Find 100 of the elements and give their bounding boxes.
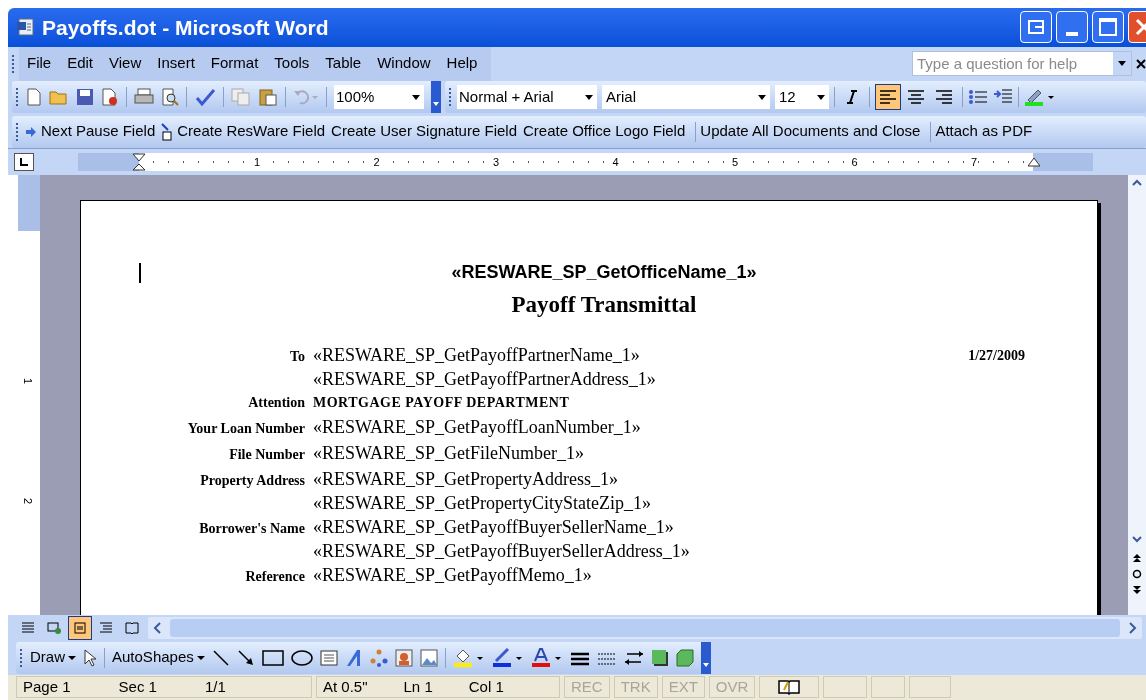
minimize-button[interactable] xyxy=(1056,11,1088,44)
ruler-number: 1 xyxy=(22,378,35,385)
align-left-icon xyxy=(878,87,898,106)
rectangle-icon[interactable] xyxy=(261,648,284,667)
merge-field: «RESWARE_SP_GetPayoffLoanNumber_1» xyxy=(313,414,641,439)
merge-field: «RESWARE_SP_GetPropertyAddress_1» xyxy=(313,466,618,491)
left-tab-icon xyxy=(20,158,28,167)
draw-menu-button[interactable]: Draw xyxy=(30,646,76,669)
field-label: File Number xyxy=(228,445,305,464)
status-text: EXT xyxy=(668,677,698,698)
menu-item[interactable]: Edit xyxy=(59,46,102,81)
field-label: Your Loan Number xyxy=(186,419,305,438)
indent-icon[interactable] xyxy=(993,87,1013,106)
document-icon xyxy=(16,17,36,38)
restore-ribbon-button[interactable] xyxy=(1020,11,1052,44)
close-icon[interactable] xyxy=(1136,58,1146,69)
horizontal-scrollbar[interactable] xyxy=(148,616,1142,639)
menu-item[interactable]: Format xyxy=(202,46,267,81)
toolbar-button[interactable]: Attach as PDF xyxy=(935,120,1039,143)
status-text: TRK xyxy=(620,677,651,698)
autoshapes-menu-button[interactable]: AutoShapes xyxy=(112,646,205,669)
menu-item[interactable]: Window xyxy=(369,46,439,81)
text-box-icon[interactable] xyxy=(319,648,338,667)
wordart-icon[interactable] xyxy=(344,648,363,667)
paste-icon[interactable] xyxy=(258,87,278,106)
field-label: Borrower's Name xyxy=(198,519,305,538)
shadow-style-icon[interactable] xyxy=(650,648,669,667)
right-arrow-icon xyxy=(25,125,37,138)
status-text: Ln 1 xyxy=(403,677,433,698)
menu-item[interactable]: Tools xyxy=(266,46,318,81)
status-text: OVR xyxy=(715,677,749,698)
picture-icon[interactable] xyxy=(419,648,438,667)
help-search-field[interactable]: Type a question for help xyxy=(912,51,1132,77)
menu-item[interactable]: Table xyxy=(317,46,370,81)
print-preview-icon[interactable] xyxy=(161,87,179,106)
office-name-field: «RESWARE_SP_GetOfficeName_1» xyxy=(451,259,757,287)
menu-item[interactable]: Insert xyxy=(149,46,203,81)
print-icon[interactable] xyxy=(134,87,154,106)
scroll-thumb[interactable] xyxy=(170,618,1120,637)
status-panel xyxy=(871,676,906,699)
font-color-icon[interactable] xyxy=(530,647,563,668)
line-icon[interactable] xyxy=(211,648,230,667)
document-permission-icon[interactable] xyxy=(101,87,119,106)
status-text: Page 1 xyxy=(23,677,71,698)
status-text: At 0.5" xyxy=(323,677,368,698)
book-icon xyxy=(778,679,801,696)
vertical-scrollbar[interactable] xyxy=(1128,175,1146,616)
fill-color-icon[interactable] xyxy=(452,647,485,668)
right-indent-marker-icon[interactable] xyxy=(1028,157,1040,170)
text-cursor xyxy=(139,263,141,284)
minimize-icon xyxy=(1066,32,1078,37)
menu-item[interactable]: File xyxy=(19,46,60,81)
oval-icon[interactable] xyxy=(290,648,313,667)
toolbar-button[interactable]: Create Office Logo Field xyxy=(523,120,692,143)
normal-view-icon xyxy=(20,619,36,636)
status-text: REC xyxy=(571,677,603,698)
bullet-list-icon[interactable] xyxy=(968,87,988,106)
menu-item[interactable]: View xyxy=(101,46,150,81)
toolbar-options-icon[interactable] xyxy=(700,641,711,674)
dropdown-icon[interactable] xyxy=(1118,61,1126,67)
previous-page-icon[interactable] xyxy=(1132,553,1142,564)
exit-icon xyxy=(1028,20,1044,35)
indent-marker-icon[interactable] xyxy=(132,153,146,174)
toolbar-button[interactable]: Create User Signature Field xyxy=(331,120,523,143)
document-heading: Payoff Transmittal xyxy=(510,291,698,320)
three-d-style-icon[interactable] xyxy=(675,648,694,667)
web-view-icon xyxy=(46,619,62,636)
merge-field: «RESWARE_SP_GetPayoffMemo_1» xyxy=(313,562,592,587)
status-panel xyxy=(909,676,952,699)
print-view-button[interactable] xyxy=(68,615,92,640)
align-right-icon xyxy=(934,87,954,106)
status-panel xyxy=(823,676,868,699)
toolbar-button[interactable]: Create ResWare Field xyxy=(161,120,332,143)
spelling-check-icon[interactable] xyxy=(194,87,216,106)
status-text: 1/1 xyxy=(204,677,226,698)
reading-view-icon xyxy=(124,619,140,636)
tab-selector[interactable] xyxy=(14,153,34,172)
toolbar-button[interactable]: Update All Documents and Close xyxy=(700,120,927,143)
diagram-icon[interactable] xyxy=(369,648,388,667)
save-icon[interactable] xyxy=(76,87,94,106)
align-left-button[interactable] xyxy=(875,83,901,110)
field-label: To xyxy=(288,347,305,366)
align-center-icon xyxy=(906,87,926,106)
field-value: MORTGAGE PAYOFF DEPARTMENT xyxy=(313,393,570,412)
maximize-button[interactable] xyxy=(1092,11,1124,44)
window-title: Payoffs.dot - Microsoft Word xyxy=(42,14,329,41)
menu-item[interactable]: Help xyxy=(438,46,486,81)
next-page-icon[interactable] xyxy=(1132,585,1142,596)
clip-art-icon[interactable] xyxy=(394,648,413,667)
new-document-icon[interactable] xyxy=(26,87,42,106)
toolbar-button[interactable]: Next Pause Field xyxy=(25,120,162,143)
pointer-icon[interactable] xyxy=(83,648,97,667)
print-view-icon xyxy=(72,619,88,636)
arrow-style-icon[interactable] xyxy=(623,648,644,667)
line-color-icon[interactable] xyxy=(491,647,524,668)
caret-icon xyxy=(68,654,76,661)
browse-object-icon[interactable] xyxy=(1132,569,1142,580)
arrow-icon[interactable] xyxy=(236,648,255,667)
status-text: Col 1 xyxy=(468,677,504,698)
toolbar-options-icon[interactable] xyxy=(431,80,441,113)
